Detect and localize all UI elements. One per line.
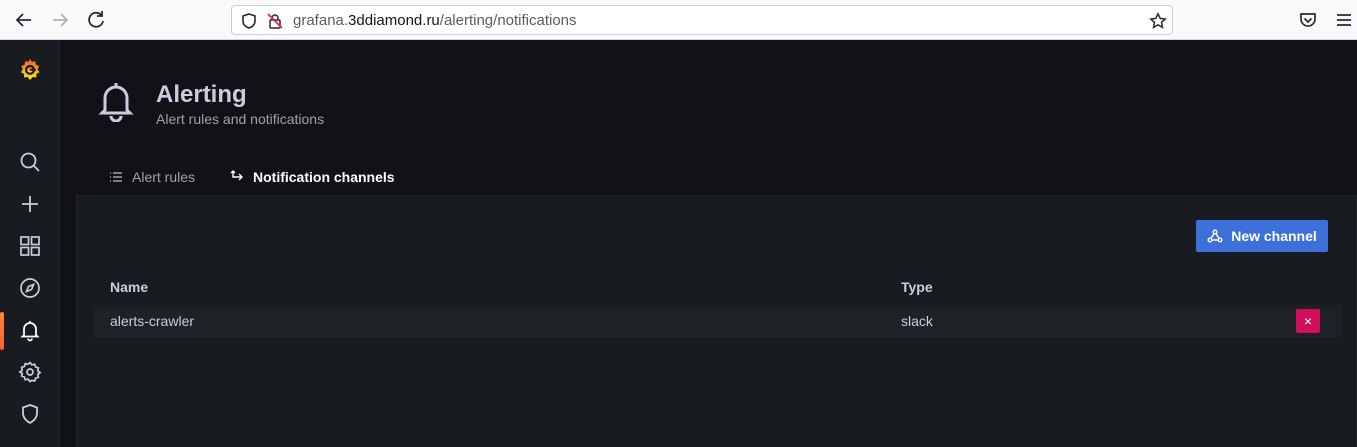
- column-header-name: Name: [110, 279, 149, 295]
- side-menu: [0, 40, 60, 447]
- reload-icon[interactable]: [84, 8, 108, 32]
- column-header-type: Type: [901, 279, 933, 295]
- pocket-icon[interactable]: [1296, 8, 1320, 32]
- alerting-icon[interactable]: [0, 310, 60, 350]
- page-title: Alerting: [156, 81, 247, 108]
- dashboards-icon[interactable]: [0, 226, 60, 266]
- url-text[interactable]: grafana.3ddiamond.ru/alerting/notificati…: [293, 12, 577, 29]
- tab-label: Notification channels: [253, 168, 395, 185]
- forward-icon[interactable]: [48, 8, 72, 32]
- tab-alert-rules[interactable]: Alert rules: [108, 158, 195, 195]
- bell-icon: [97, 80, 135, 123]
- channel-add-icon: [1207, 229, 1223, 243]
- shield-icon[interactable]: [240, 12, 258, 30]
- back-icon[interactable]: [12, 8, 36, 32]
- main-content: Alerting Alert rules and notifications A…: [61, 40, 1357, 447]
- grafana-logo[interactable]: [0, 52, 60, 90]
- server-admin-icon[interactable]: [0, 394, 60, 434]
- channel-name[interactable]: alerts-crawler: [110, 313, 194, 329]
- channels-panel: New channel Name Type alerts-crawler sla…: [76, 195, 1357, 447]
- tab-notification-channels[interactable]: Notification channels: [213, 158, 411, 198]
- page-subtitle: Alert rules and notifications: [156, 111, 325, 127]
- create-icon[interactable]: [0, 184, 60, 224]
- explore-icon[interactable]: [0, 268, 60, 308]
- new-channel-label: New channel: [1231, 228, 1317, 244]
- table-row[interactable]: alerts-crawler slack ×: [93, 305, 1342, 337]
- channel-type: slack: [901, 313, 933, 329]
- new-channel-button[interactable]: New channel: [1196, 220, 1328, 252]
- channel-icon: [230, 169, 243, 180]
- search-icon[interactable]: [0, 142, 60, 182]
- menu-icon[interactable]: [1332, 8, 1356, 32]
- configuration-icon[interactable]: [0, 352, 60, 392]
- delete-button[interactable]: ×: [1296, 309, 1320, 333]
- browser-toolbar: grafana.3ddiamond.ru/alerting/notificati…: [0, 0, 1357, 40]
- url-bar[interactable]: grafana.3ddiamond.ru/alerting/notificati…: [231, 5, 1173, 35]
- tab-label: Alert rules: [132, 168, 196, 185]
- lock-insecure-icon[interactable]: [266, 12, 284, 30]
- bookmark-star-icon[interactable]: [1149, 12, 1167, 30]
- list-icon: [110, 171, 122, 182]
